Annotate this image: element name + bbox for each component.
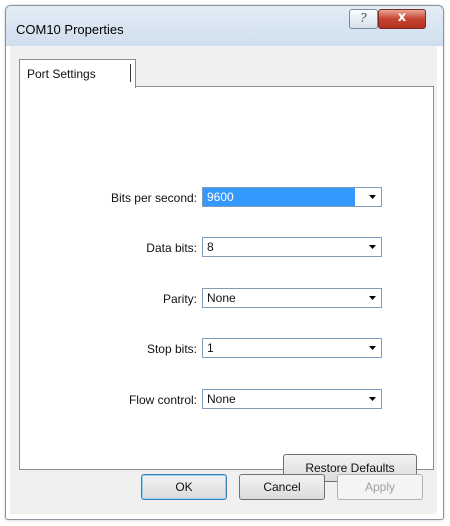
text-cursor (130, 64, 131, 82)
apply-button[interactable]: Apply (337, 474, 423, 500)
tab-label: Port Settings (27, 67, 96, 81)
stop-bits-value: 1 (207, 341, 214, 355)
cancel-button[interactable]: Cancel (239, 474, 325, 500)
tab-panel: Bits per second: 9600 Data bits: 8 Parit… (19, 86, 434, 470)
bits-per-second-select[interactable]: 9600 (202, 187, 382, 207)
bits-per-second-label: Bits per second: (110, 191, 197, 205)
flow-control-value: None (207, 392, 236, 406)
data-bits-label: Data bits: (146, 241, 197, 255)
properties-dialog: COM10 Properties ? x Port Settings Bits … (5, 5, 444, 520)
cancel-button-label: Cancel (263, 480, 301, 494)
chevron-down-icon[interactable] (366, 240, 379, 253)
tab-port-settings[interactable]: Port Settings (19, 59, 136, 88)
flow-control-select[interactable]: None (202, 389, 382, 409)
ok-button-label: OK (175, 480, 193, 494)
stop-bits-label: Stop bits: (146, 342, 197, 356)
window-title: COM10 Properties (16, 22, 124, 37)
parity-label: Parity: (162, 292, 197, 306)
restore-defaults-label: Restore Defaults (305, 461, 395, 475)
data-bits-select[interactable]: 8 (202, 237, 382, 257)
help-button[interactable]: ? (349, 9, 378, 29)
close-button[interactable]: x (378, 9, 426, 29)
chevron-down-icon[interactable] (366, 392, 379, 405)
help-icon: ? (360, 11, 367, 25)
stop-bits-select[interactable]: 1 (202, 338, 382, 358)
chevron-down-icon[interactable] (366, 341, 379, 354)
chevron-down-icon[interactable] (366, 190, 379, 203)
flow-control-label: Flow control: (128, 393, 197, 407)
dialog-body: Port Settings Bits per second: 9600 Data… (10, 46, 437, 514)
parity-select[interactable]: None (202, 288, 382, 308)
close-icon: x (397, 10, 407, 25)
bits-per-second-value: 9600 (203, 188, 355, 206)
ok-button[interactable]: OK (141, 474, 227, 500)
apply-button-label: Apply (364, 480, 396, 494)
data-bits-value: 8 (207, 240, 214, 254)
chevron-down-icon[interactable] (366, 291, 379, 304)
parity-value: None (207, 291, 236, 305)
title-bar: COM10 Properties ? x (6, 6, 443, 46)
